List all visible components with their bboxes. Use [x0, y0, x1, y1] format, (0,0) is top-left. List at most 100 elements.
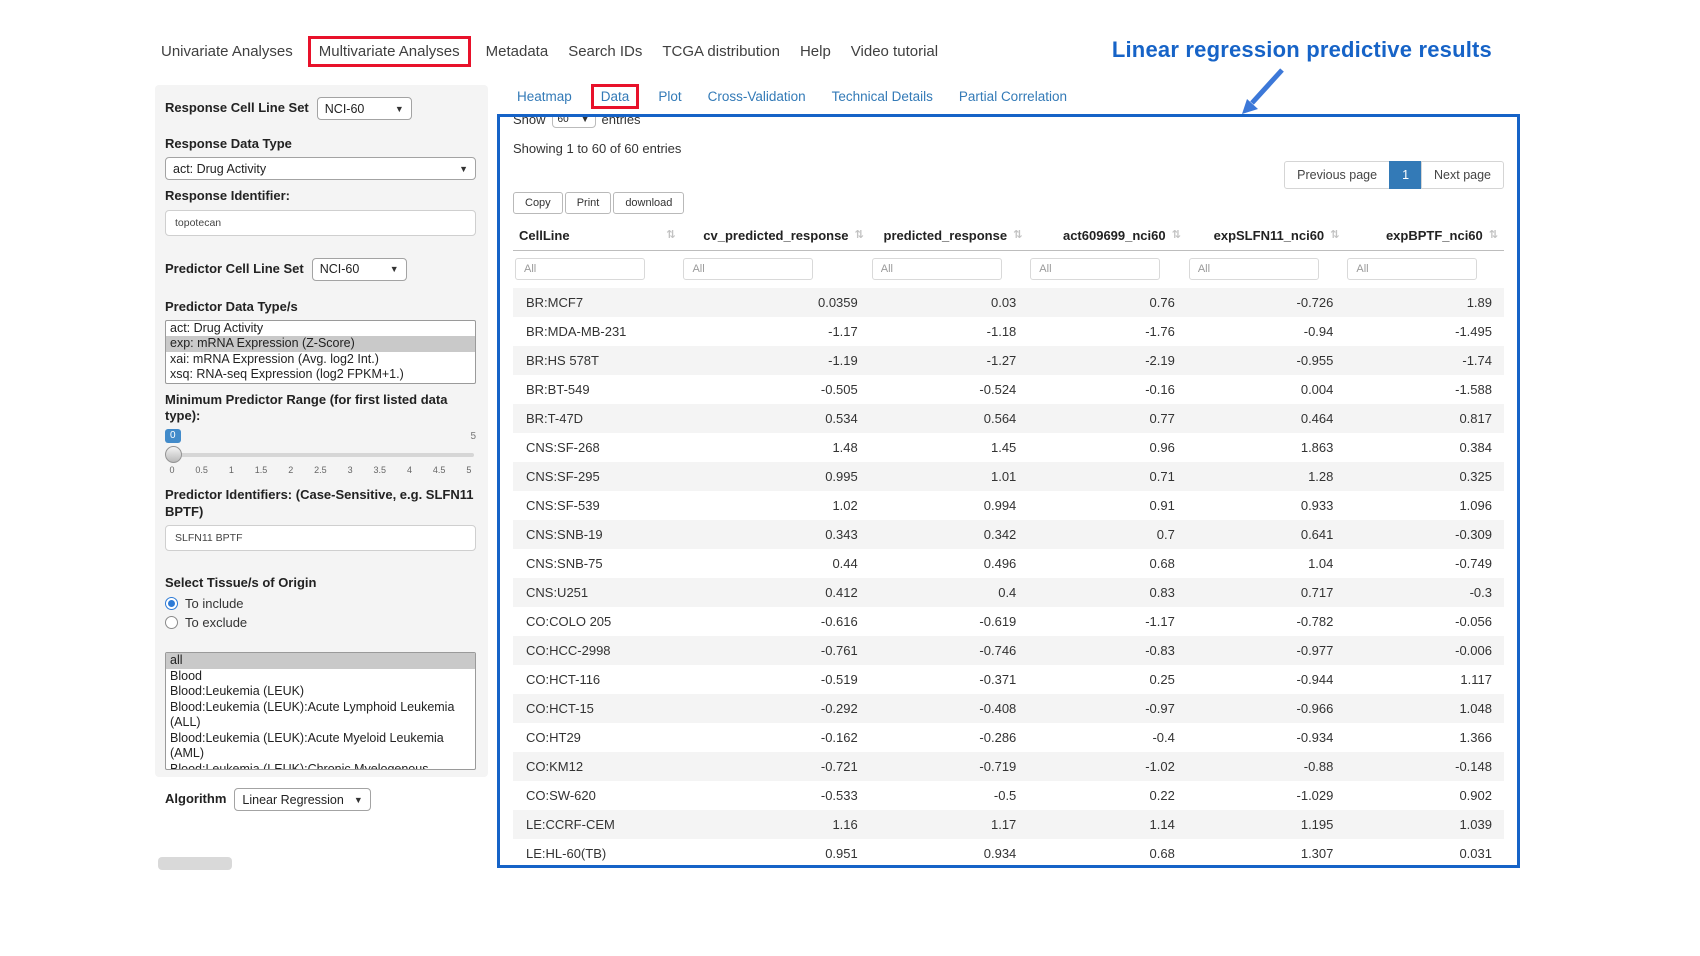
- expBPTF-nci60-cell: -0.006: [1345, 636, 1504, 665]
- radio-icon[interactable]: [165, 616, 178, 629]
- column-header[interactable]: act609699_nci60 ⇅: [1028, 222, 1187, 251]
- column-filter-input[interactable]: [1347, 258, 1477, 280]
- export-button[interactable]: download: [613, 192, 684, 214]
- column-filter-input[interactable]: [1189, 258, 1319, 280]
- nav-item[interactable]: Search IDs: [559, 38, 651, 65]
- expBPTF-nci60-cell: 1.117: [1345, 665, 1504, 694]
- act609699-nci60-cell: -2.19: [1028, 346, 1187, 375]
- slider-tick: 3.5: [373, 465, 387, 475]
- predicted-response-cell: -1.27: [870, 346, 1029, 375]
- act609699-nci60-cell: -0.4: [1028, 723, 1187, 752]
- result-tab[interactable]: Heatmap: [508, 85, 581, 108]
- export-button[interactable]: Print: [565, 192, 612, 214]
- cv-predicted-response-cell: 1.02: [681, 491, 869, 520]
- slider-track[interactable]: [167, 453, 474, 457]
- listbox-option[interactable]: Blood:Leukemia (LEUK):Acute Myeloid Leuk…: [166, 731, 475, 762]
- listbox-option[interactable]: Blood: [166, 669, 475, 685]
- response-identifier-input[interactable]: [165, 210, 476, 236]
- slider-tick: 1.5: [254, 465, 268, 475]
- slider-tick: 3: [343, 465, 357, 475]
- tissue-radio-option[interactable]: To exclude: [165, 615, 476, 630]
- current-page-button[interactable]: 1: [1389, 161, 1422, 189]
- cellline-cell: BR:MCF7: [513, 288, 681, 317]
- expSLFN11-nci60-cell: 0.464: [1187, 404, 1346, 433]
- next-page-button[interactable]: Next page: [1421, 161, 1504, 189]
- predicted-response-cell: 1.17: [870, 810, 1029, 839]
- listbox-option[interactable]: Blood:Leukemia (LEUK):Chronic Myelogenou…: [166, 762, 475, 771]
- response-cell-line-set-select[interactable]: NCI-60 ▼: [317, 97, 412, 120]
- cv-predicted-response-cell: 0.343: [681, 520, 869, 549]
- table-row: LE:CCRF-CEM 1.16 1.17 1.14 1.195 1.039: [513, 810, 1504, 839]
- listbox-option[interactable]: exp: mRNA Expression (Z-Score): [166, 336, 475, 352]
- column-header-label: CellLine: [519, 228, 570, 243]
- predicted-response-cell: 1.01: [870, 462, 1029, 491]
- algorithm-select[interactable]: Linear Regression ▼: [234, 788, 370, 811]
- slider-tick: 0.5: [195, 465, 209, 475]
- response-data-type-select[interactable]: act: Drug Activity ▼: [165, 157, 476, 180]
- slider-handle[interactable]: [165, 446, 182, 463]
- listbox-option[interactable]: Blood:Leukemia (LEUK):Acute Lymphoid Leu…: [166, 700, 475, 731]
- nav-item[interactable]: Video tutorial: [842, 38, 947, 65]
- result-tab[interactable]: Plot: [649, 85, 690, 108]
- listbox-option[interactable]: all: [166, 653, 475, 669]
- showing-entries-text: Showing 1 to 60 of 60 entries: [513, 141, 1504, 156]
- cellline-cell: CNS:SNB-19: [513, 520, 681, 549]
- expSLFN11-nci60-cell: -0.944: [1187, 665, 1346, 694]
- sort-icon[interactable]: ⇅: [666, 230, 675, 241]
- tissue-radio-option[interactable]: To include: [165, 596, 476, 611]
- table-row: BR:MCF7 0.0359 0.03 0.76 -0.726 1.89: [513, 288, 1504, 317]
- listbox-option[interactable]: xai: mRNA Expression (Avg. log2 Int.): [166, 352, 475, 368]
- expBPTF-nci60-cell: -0.056: [1345, 607, 1504, 636]
- sort-icon[interactable]: ⇅: [1489, 230, 1498, 241]
- nav-item[interactable]: Metadata: [477, 38, 558, 65]
- sort-icon[interactable]: ⇅: [1330, 230, 1339, 241]
- expSLFN11-nci60-cell: 0.004: [1187, 375, 1346, 404]
- predictor-identifiers-input[interactable]: [165, 525, 476, 551]
- sort-icon[interactable]: ⇅: [1172, 230, 1181, 241]
- column-filter-input[interactable]: [1030, 258, 1160, 280]
- previous-page-button[interactable]: Previous page: [1284, 161, 1390, 189]
- result-tab[interactable]: Data: [591, 84, 640, 109]
- column-header[interactable]: expSLFN11_nci60 ⇅: [1187, 222, 1346, 251]
- predictor-data-types-listbox: act: Drug Activity exp: mRNA Expression …: [165, 320, 476, 384]
- table-row: BR:HS 578T -1.19 -1.27 -2.19 -0.955 -1.7…: [513, 346, 1504, 375]
- table-row: CO:SW-620 -0.533 -0.5 0.22 -1.029 0.902: [513, 781, 1504, 810]
- nav-item[interactable]: Help: [791, 38, 840, 65]
- data-panel: Show 60 ▼ entries Showing 1 to 60 of 60 …: [497, 114, 1520, 868]
- cellline-cell: CNS:SNB-75: [513, 549, 681, 578]
- export-button[interactable]: Copy: [513, 192, 563, 214]
- expSLFN11-nci60-cell: -0.782: [1187, 607, 1346, 636]
- listbox-option[interactable]: xsq: RNA-seq Expression (log2 FPKM+1.): [166, 367, 475, 383]
- result-tab[interactable]: Partial Correlation: [950, 85, 1076, 108]
- response-identifier-label: Response Identifier:: [165, 188, 476, 204]
- cellline-cell: LE:HL-60(TB): [513, 839, 681, 868]
- column-header[interactable]: expBPTF_nci60 ⇅: [1345, 222, 1504, 251]
- result-tab[interactable]: Technical Details: [823, 85, 942, 108]
- slider-tick: 1: [224, 465, 238, 475]
- cellline-cell: CO:SW-620: [513, 781, 681, 810]
- listbox-option[interactable]: Blood:Leukemia (LEUK): [166, 684, 475, 700]
- table-row: CO:HT29 -0.162 -0.286 -0.4 -0.934 1.366: [513, 723, 1504, 752]
- column-header[interactable]: predicted_response ⇅: [870, 222, 1029, 251]
- sort-icon[interactable]: ⇅: [855, 230, 864, 241]
- nav-item[interactable]: TCGA distribution: [653, 38, 789, 65]
- column-filter-input[interactable]: [872, 258, 1002, 280]
- column-header[interactable]: cv_predicted_response ⇅: [681, 222, 869, 251]
- column-header-label: cv_predicted_response: [703, 228, 848, 243]
- entries-count-select[interactable]: 60 ▼: [552, 114, 596, 128]
- nav-item[interactable]: Multivariate Analyses: [308, 36, 471, 67]
- sort-icon[interactable]: ⇅: [1013, 230, 1022, 241]
- radio-icon[interactable]: [165, 597, 178, 610]
- expSLFN11-nci60-cell: -0.94: [1187, 317, 1346, 346]
- column-filter-input[interactable]: [683, 258, 813, 280]
- listbox-option[interactable]: act: Drug Activity: [166, 321, 475, 337]
- table-row: LE:HL-60(TB) 0.951 0.934 0.68 1.307 0.03…: [513, 839, 1504, 868]
- expBPTF-nci60-cell: -0.148: [1345, 752, 1504, 781]
- expSLFN11-nci60-cell: 1.863: [1187, 433, 1346, 462]
- nav-item[interactable]: Univariate Analyses: [152, 38, 302, 65]
- expSLFN11-nci60-cell: 1.307: [1187, 839, 1346, 868]
- predictor-cell-line-set-select[interactable]: NCI-60 ▼: [312, 258, 407, 281]
- result-tab[interactable]: Cross-Validation: [699, 85, 815, 108]
- column-header[interactable]: CellLine ⇅: [513, 222, 681, 251]
- column-filter-input[interactable]: [515, 258, 645, 280]
